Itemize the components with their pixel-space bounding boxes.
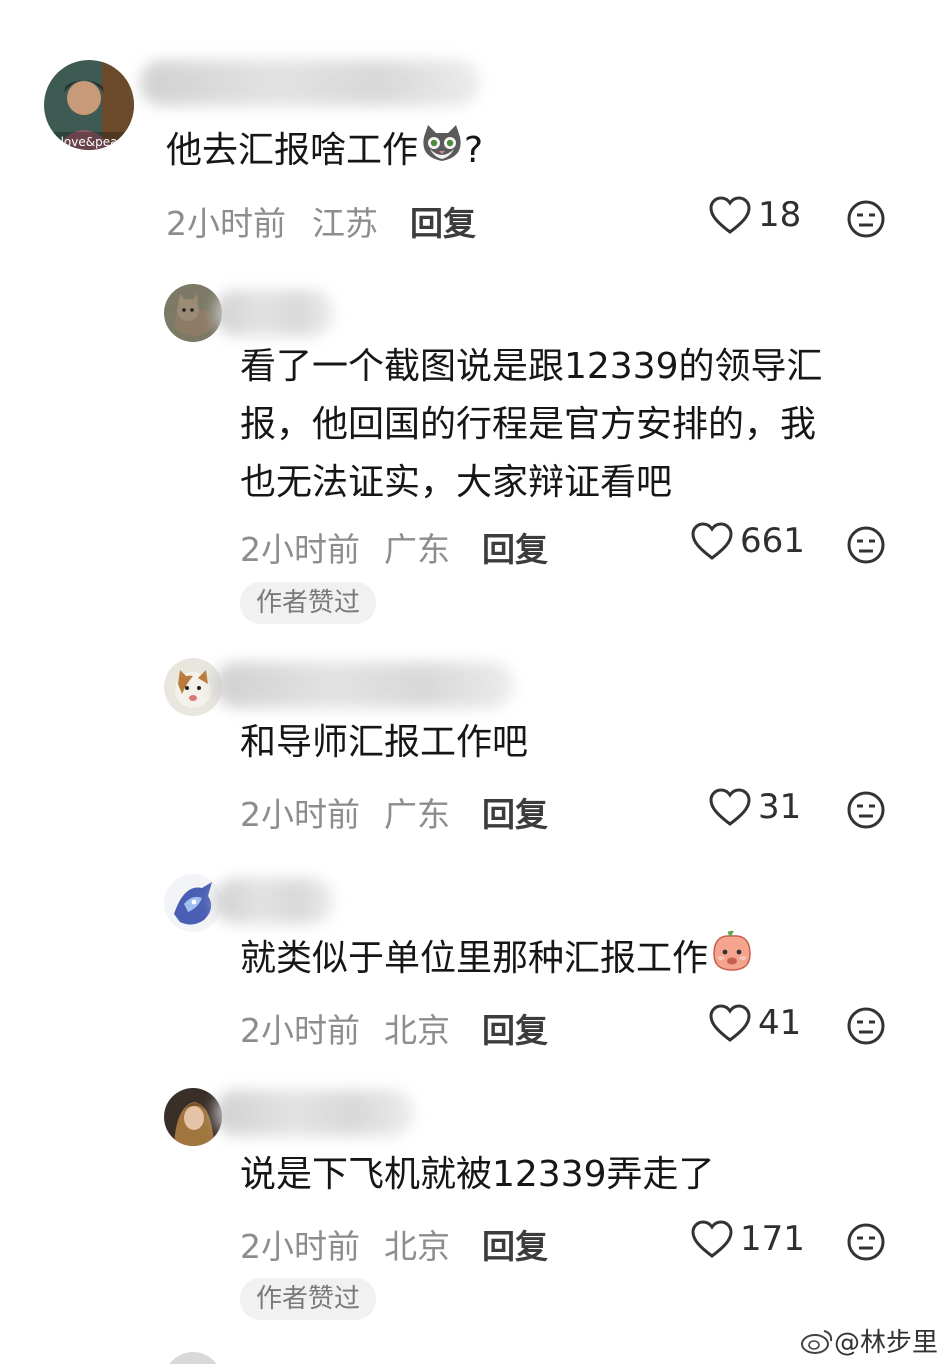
like-count: 31 xyxy=(758,787,802,827)
reply-comment-item: 和导师汇报工作吧 2小时前 广东 回复 31 xyxy=(0,650,948,850)
dislike-face-icon[interactable] xyxy=(846,1222,886,1266)
author-liked-badge: 作者赞过 xyxy=(240,582,377,624)
dislike-face-icon[interactable] xyxy=(846,790,886,834)
reply-comment-item: 说是下飞机就被12339弄走了 2小时前 北京 回复 171 作者赞过 xyxy=(0,1080,948,1330)
heart-icon xyxy=(709,788,751,826)
avatar[interactable] xyxy=(164,1088,222,1146)
username-blurred[interactable] xyxy=(140,60,480,106)
dislike-face-icon[interactable] xyxy=(846,525,886,569)
like-count: 171 xyxy=(740,1219,805,1259)
heart-icon xyxy=(691,1220,733,1258)
dislike-face-icon[interactable] xyxy=(846,1006,886,1050)
username-blurred[interactable] xyxy=(214,878,334,924)
avatar-caption: love&pea xyxy=(61,135,118,149)
dislike-face-icon[interactable] xyxy=(846,199,886,243)
comment-time: 2小时前 xyxy=(240,530,360,569)
comment-location: 北京 xyxy=(384,1011,450,1050)
like-count: 41 xyxy=(758,1003,802,1043)
comment-text-suffix: ? xyxy=(464,130,484,171)
like-count: 18 xyxy=(758,195,802,235)
reply-button[interactable]: 回复 xyxy=(482,1220,548,1268)
reply-button[interactable]: 回复 xyxy=(482,1004,548,1052)
like-button[interactable]: 171 xyxy=(690,1219,805,1259)
comment-time: 2小时前 xyxy=(166,204,286,243)
watermark-text: @林步里 xyxy=(834,1328,939,1358)
comment-text: 和导师汇报工作吧 xyxy=(240,722,529,763)
peach-face-emoji xyxy=(710,930,754,990)
like-button[interactable]: 31 xyxy=(708,787,801,827)
username-blurred[interactable] xyxy=(214,662,514,708)
avatar[interactable]: love&pea xyxy=(44,60,134,150)
reply-comment-item: 就类似于单位里那种汇报工作 2小时前 北京 回复 41 xyxy=(0,864,948,1064)
comment-text-body: 他去汇报啥工作 xyxy=(166,130,419,171)
comment-time: 2小时前 xyxy=(240,795,360,834)
like-button[interactable]: 18 xyxy=(708,195,801,235)
comment-location: 江苏 xyxy=(312,204,378,243)
reply-comment-item: 看了一个截图说是跟12339的领导汇 报，他回国的行程是官方安排的，我 也无法证… xyxy=(0,270,948,640)
username-blurred[interactable] xyxy=(214,290,334,336)
reply-button[interactable]: 回复 xyxy=(482,788,548,836)
next-avatar-partial xyxy=(164,1352,222,1364)
like-button[interactable]: 661 xyxy=(690,521,805,561)
author-liked-badge: 作者赞过 xyxy=(240,1278,377,1320)
comment-location: 北京 xyxy=(384,1227,450,1266)
comment-text-body: 就类似于单位里那种汇报工作 xyxy=(240,938,709,979)
like-button[interactable]: 41 xyxy=(708,1003,801,1043)
comment-item: love&pea 他去汇报啥工作 ? 2小时前 江苏 回复 18 xyxy=(0,0,948,260)
weibo-icon xyxy=(801,1329,833,1354)
comment-time: 2小时前 xyxy=(240,1227,360,1266)
comment-line: 报，他回国的行程是官方安排的，我 xyxy=(240,404,817,445)
comment-time: 2小时前 xyxy=(240,1011,360,1050)
comment-text: 看了一个截图说是跟12339的领导汇 报，他回国的行程是官方安排的，我 也无法证… xyxy=(240,338,823,512)
reply-button[interactable]: 回复 xyxy=(410,197,476,245)
heart-icon xyxy=(691,522,733,560)
comment-line: 看了一个截图说是跟12339的领导汇 xyxy=(240,346,823,387)
comment-text: 他去汇报啥工作 ? xyxy=(166,122,483,181)
comment-location: 广东 xyxy=(384,530,450,569)
heart-icon xyxy=(709,196,751,234)
cat-face-emoji xyxy=(420,123,464,181)
comment-location: 广东 xyxy=(384,795,450,834)
heart-icon xyxy=(709,1004,751,1042)
username-blurred[interactable] xyxy=(214,1090,414,1136)
comment-text: 就类似于单位里那种汇报工作 xyxy=(240,930,754,990)
comment-text: 说是下飞机就被12339弄走了 xyxy=(240,1154,715,1195)
watermark: @林步里 xyxy=(800,1322,938,1359)
comment-line: 也无法证实，大家辩证看吧 xyxy=(240,462,673,503)
reply-button[interactable]: 回复 xyxy=(482,523,548,571)
like-count: 661 xyxy=(740,521,805,561)
